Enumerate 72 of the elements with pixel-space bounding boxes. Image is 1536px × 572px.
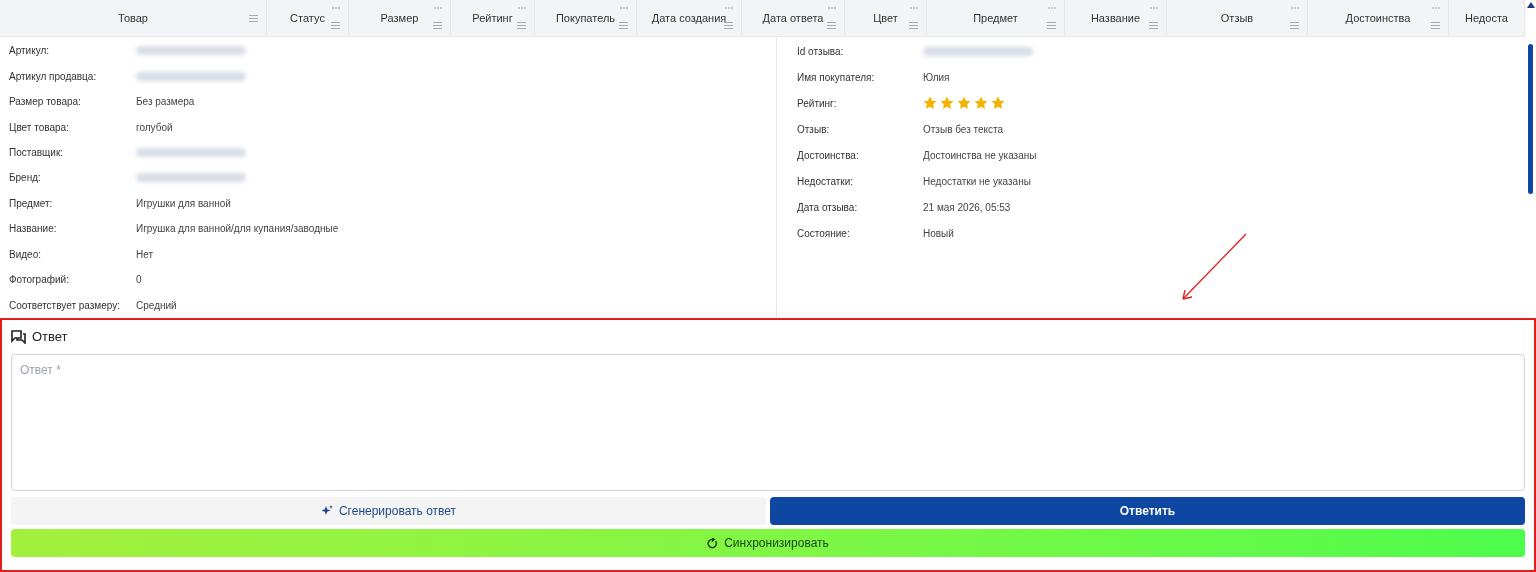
menu-icon[interactable]: [433, 22, 442, 29]
menu-icon[interactable]: [1047, 22, 1056, 29]
field-value: Новый: [923, 226, 954, 241]
chat-icon: [11, 330, 26, 344]
scroll-up-icon[interactable]: [1526, 2, 1535, 8]
field-value: Недостатки не указаны: [923, 174, 1031, 189]
column-header[interactable]: Дата ответа: [762, 9, 824, 27]
star-icon: [991, 96, 1005, 110]
field-label: Рейтинг:: [797, 96, 838, 111]
menu-icon[interactable]: [517, 22, 526, 29]
field-label: Название:: [9, 222, 58, 237]
column-header[interactable]: Недоста: [1465, 9, 1508, 27]
menu-icon[interactable]: [619, 22, 628, 29]
column-header[interactable]: Название: [1090, 9, 1141, 27]
generate-answer-button[interactable]: Сгенерировать ответ: [11, 497, 766, 525]
star-icon: [957, 96, 971, 110]
field-value: Достоинства не указаны: [923, 148, 1037, 163]
sync-button[interactable]: Синхронизировать: [11, 529, 1525, 557]
reply-button[interactable]: Ответить: [770, 497, 1525, 525]
field-value: 0: [136, 273, 142, 288]
field-value: Игрушки для ванной: [136, 196, 231, 211]
column-header[interactable]: Цвет: [873, 9, 898, 27]
field-label: Отзыв:: [797, 122, 831, 137]
field-value: голубой: [136, 120, 173, 135]
column-header[interactable]: Рейтинг: [472, 9, 513, 27]
column-header[interactable]: Размер: [380, 9, 419, 27]
field-label: Предмет:: [9, 196, 54, 211]
field-label: Дата отзыва:: [797, 200, 859, 215]
menu-icon[interactable]: [249, 15, 258, 22]
column-header[interactable]: Предмет: [973, 9, 1018, 27]
field-label: Фотографий:: [9, 273, 70, 288]
field-value: Средний: [136, 298, 177, 313]
field-label: Артикул продавца:: [9, 69, 98, 84]
field-label: Видео:: [9, 247, 42, 262]
field-value: 21 мая 2026, 05:53: [923, 200, 1011, 215]
field-value: Нет: [136, 247, 154, 262]
column-header[interactable]: Статус: [290, 9, 325, 27]
field-label: Id отзыва:: [797, 44, 845, 59]
star-icon: [974, 96, 988, 110]
field-value: Без размера: [136, 95, 195, 110]
answer-field[interactable]: Ответ *: [11, 354, 1525, 491]
menu-icon[interactable]: [1149, 22, 1158, 29]
menu-icon[interactable]: [331, 22, 340, 29]
field-label: Соответствует размеру:: [9, 298, 121, 313]
field-label: Цвет товара:: [9, 120, 70, 135]
menu-icon[interactable]: [724, 22, 733, 29]
field-label: Бренд:: [9, 171, 42, 186]
column-header[interactable]: Отзыв: [1220, 9, 1254, 27]
menu-icon[interactable]: [1431, 22, 1440, 29]
field-value: Игрушка для ванной/для купания/заводные: [136, 222, 339, 237]
refresh-icon: [707, 537, 719, 549]
field-label: Артикул:: [9, 44, 51, 59]
answer-title: Ответ: [32, 328, 68, 347]
field-label: Недостатки:: [797, 174, 855, 189]
pointer-arrow: [1180, 232, 1248, 302]
field-label: Размер товара:: [9, 95, 82, 110]
field-value: Отзыв без текста: [923, 122, 1004, 137]
column-header[interactable]: Товар: [118, 9, 148, 27]
star-icon: [923, 96, 937, 110]
field-label: Состояние:: [797, 226, 851, 241]
column-header[interactable]: Достоинства: [1345, 9, 1411, 27]
field-label: Поставщик:: [9, 146, 65, 161]
column-header[interactable]: Дата создания: [651, 9, 727, 27]
field-label: Достоинства:: [797, 148, 860, 163]
column-header[interactable]: Покупатель: [555, 9, 616, 27]
menu-icon[interactable]: [827, 22, 836, 29]
menu-icon[interactable]: [1290, 22, 1299, 29]
field-label: Имя покупателя:: [797, 70, 876, 85]
field-value: Юлия: [923, 70, 950, 85]
sparkle-icon: [320, 505, 333, 517]
star-icon: [940, 96, 954, 110]
menu-icon[interactable]: [909, 22, 918, 29]
